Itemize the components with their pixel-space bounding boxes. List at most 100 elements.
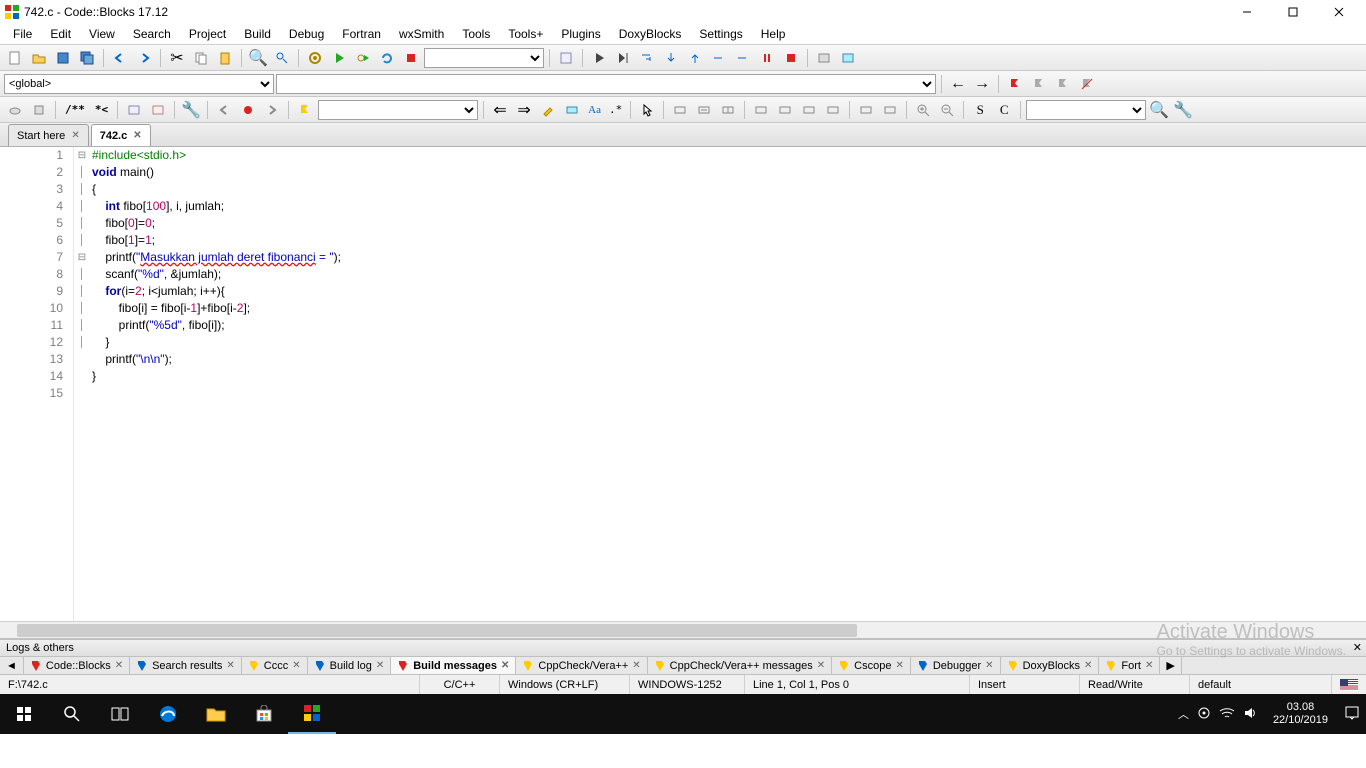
log-tab-cppcheck-vera-messages[interactable]: CppCheck/Vera++ messages✕ bbox=[648, 657, 832, 674]
tray-notifications-icon[interactable] bbox=[1344, 705, 1360, 724]
tb3-1[interactable] bbox=[4, 99, 26, 121]
build-button[interactable] bbox=[304, 47, 326, 69]
fold-gutter[interactable]: ⊟│││││⊟│││││ bbox=[74, 147, 90, 638]
tab-close-icon[interactable]: ✕ bbox=[71, 130, 79, 141]
log-tab-close-icon[interactable]: ✕ bbox=[501, 660, 509, 671]
tb3-combo[interactable] bbox=[318, 100, 478, 120]
tb3-2[interactable] bbox=[28, 99, 50, 121]
menu-tools+[interactable]: Tools+ bbox=[499, 25, 552, 43]
arrow-right-button[interactable]: ⇒ bbox=[513, 99, 535, 121]
run-button[interactable] bbox=[328, 47, 350, 69]
start-button[interactable] bbox=[0, 694, 48, 734]
code-editor[interactable]: 123456789101112131415 ⊟│││││⊟│││││ #incl… bbox=[0, 147, 1366, 639]
step-into-instr-button[interactable] bbox=[732, 47, 754, 69]
log-tab-build-log[interactable]: Build log✕ bbox=[308, 657, 392, 674]
info-button[interactable] bbox=[837, 47, 859, 69]
tray-volume-icon[interactable] bbox=[1243, 706, 1257, 723]
bookmark-flag-red-icon[interactable] bbox=[1004, 73, 1026, 95]
open-file-button[interactable] bbox=[28, 47, 50, 69]
menu-build[interactable]: Build bbox=[235, 25, 280, 43]
logs-scroll-right[interactable]: ▶ bbox=[1160, 657, 1181, 674]
menu-plugins[interactable]: Plugins bbox=[552, 25, 609, 43]
zoom-in-button[interactable] bbox=[912, 99, 934, 121]
task-view-button[interactable] bbox=[96, 694, 144, 734]
step-into-button[interactable] bbox=[660, 47, 682, 69]
abort-button[interactable] bbox=[400, 47, 422, 69]
menu-debug[interactable]: Debug bbox=[280, 25, 333, 43]
highlight-button[interactable] bbox=[537, 99, 559, 121]
log-tab-close-icon[interactable]: ✕ bbox=[1145, 660, 1153, 671]
menu-help[interactable]: Help bbox=[752, 25, 795, 43]
status-encoding[interactable]: WINDOWS-1252 bbox=[630, 675, 745, 694]
match-case-button[interactable]: Aa bbox=[585, 99, 604, 121]
log-tab-close-icon[interactable]: ✕ bbox=[226, 660, 234, 671]
tb3-options[interactable]: 🔧 bbox=[1172, 99, 1194, 121]
undo-button[interactable] bbox=[109, 47, 131, 69]
find-button[interactable]: 🔍 bbox=[247, 47, 269, 69]
log-tab-doxyblocks[interactable]: DoxyBlocks✕ bbox=[1001, 657, 1100, 674]
target-combo[interactable] bbox=[424, 48, 544, 68]
rebuild-button[interactable] bbox=[376, 47, 398, 69]
tb3-combo2[interactable] bbox=[1026, 100, 1146, 120]
menu-project[interactable]: Project bbox=[180, 25, 235, 43]
logs-scroll-left[interactable]: ◄ bbox=[0, 657, 24, 674]
log-tab-close-icon[interactable]: ✕ bbox=[817, 660, 825, 671]
cut-button[interactable]: ✂ bbox=[166, 47, 188, 69]
menu-settings[interactable]: Settings bbox=[690, 25, 751, 43]
selection-button[interactable] bbox=[561, 99, 583, 121]
tray-chevron-icon[interactable]: ︿ bbox=[1178, 706, 1189, 722]
tray-clock[interactable]: 03.08 22/10/2019 bbox=[1265, 701, 1336, 727]
arrow-left-button[interactable]: ⇐ bbox=[489, 99, 511, 121]
logs-close-button[interactable]: ✕ bbox=[1353, 641, 1362, 654]
step-out-button[interactable] bbox=[684, 47, 706, 69]
symbol-combo[interactable] bbox=[276, 74, 936, 94]
menu-view[interactable]: View bbox=[80, 25, 124, 43]
tb3-box4[interactable] bbox=[750, 99, 772, 121]
tray-wifi-icon[interactable] bbox=[1219, 707, 1235, 722]
maximize-button[interactable] bbox=[1270, 0, 1316, 23]
break-button[interactable] bbox=[756, 47, 778, 69]
log-tab-close-icon[interactable]: ✕ bbox=[376, 660, 384, 671]
debug-continue-button[interactable] bbox=[588, 47, 610, 69]
menu-edit[interactable]: Edit bbox=[41, 25, 80, 43]
tb3-box6[interactable] bbox=[798, 99, 820, 121]
log-tab-fort[interactable]: Fort✕ bbox=[1099, 657, 1160, 674]
save-all-button[interactable] bbox=[76, 47, 98, 69]
tab-start-here[interactable]: Start here✕ bbox=[8, 124, 89, 146]
tb3-box1[interactable] bbox=[669, 99, 691, 121]
edge-button[interactable] bbox=[144, 694, 192, 734]
tb3-box8[interactable] bbox=[855, 99, 877, 121]
close-button[interactable] bbox=[1316, 0, 1362, 23]
show-targets-button[interactable] bbox=[555, 47, 577, 69]
horizontal-scrollbar[interactable] bbox=[0, 621, 1366, 638]
log-tab-cscope[interactable]: Cscope✕ bbox=[832, 657, 911, 674]
run-to-cursor-button[interactable] bbox=[612, 47, 634, 69]
tb3-flag[interactable] bbox=[294, 99, 316, 121]
tb3-box7[interactable] bbox=[822, 99, 844, 121]
tb3-6[interactable] bbox=[147, 99, 169, 121]
tb3-box2[interactable] bbox=[693, 99, 715, 121]
bookmark-next-button[interactable] bbox=[1052, 73, 1074, 95]
tb3-box3[interactable] bbox=[717, 99, 739, 121]
comment-block-button[interactable]: /** bbox=[61, 99, 89, 121]
tray-location-icon[interactable] bbox=[1197, 706, 1211, 723]
jump-forward-button[interactable] bbox=[261, 99, 283, 121]
tab-close-icon[interactable]: ✕ bbox=[133, 130, 141, 141]
copy-button[interactable] bbox=[190, 47, 212, 69]
wrench-icon[interactable]: 🔧 bbox=[180, 99, 202, 121]
log-tab-close-icon[interactable]: ✕ bbox=[292, 660, 300, 671]
log-tab-cccc[interactable]: Cccc✕ bbox=[242, 657, 308, 674]
log-tab-close-icon[interactable]: ✕ bbox=[895, 660, 903, 671]
build-run-button[interactable] bbox=[352, 47, 374, 69]
menu-file[interactable]: File bbox=[4, 25, 41, 43]
log-tab-debugger[interactable]: Debugger✕ bbox=[911, 657, 1001, 674]
next-instr-button[interactable] bbox=[708, 47, 730, 69]
menu-doxyblocks[interactable]: DoxyBlocks bbox=[610, 25, 691, 43]
jump-back-button[interactable] bbox=[213, 99, 235, 121]
new-file-button[interactable] bbox=[4, 47, 26, 69]
breakpoint-button[interactable] bbox=[237, 99, 259, 121]
status-insert[interactable]: Insert bbox=[970, 675, 1080, 694]
log-tab-search-results[interactable]: Search results✕ bbox=[130, 657, 242, 674]
log-tab-close-icon[interactable]: ✕ bbox=[115, 660, 123, 671]
explorer-button[interactable] bbox=[192, 694, 240, 734]
